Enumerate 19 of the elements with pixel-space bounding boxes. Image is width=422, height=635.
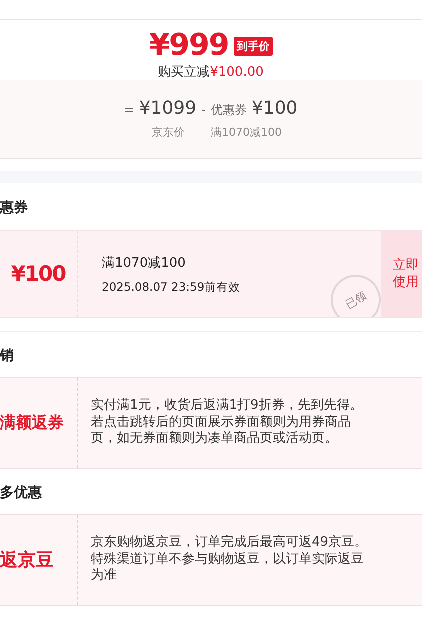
- coupon-value: ¥100: [252, 98, 298, 119]
- coupon-caption: 满1070减100: [211, 125, 282, 140]
- coupon-label: 优惠券: [210, 102, 247, 119]
- final-price: ¥999: [149, 30, 229, 62]
- promo-description: 京东购物返京豆，订单完成后最高可返49京豆。特殊渠道订单不参与购物返豆，以订单实际返豆为准: [90, 534, 369, 586]
- price-caption: 京东价: [152, 125, 185, 140]
- use-now-button[interactable]: 立即使用: [381, 231, 421, 317]
- base-price: ¥1099: [139, 98, 197, 119]
- equals-sign: =: [124, 103, 134, 117]
- coupon-amount: ¥100: [0, 231, 78, 317]
- promo-label: 返京豆: [0, 515, 78, 605]
- coupon-condition: 满1070减100: [102, 255, 187, 272]
- price-badge: 到手价: [234, 36, 273, 56]
- minus-sign: -: [202, 103, 206, 117]
- section-title: 多优惠: [0, 484, 43, 503]
- promo-label: 满额返券: [0, 378, 78, 468]
- saving-text: 购买立减¥100.00: [158, 64, 264, 81]
- coupon-validity: 2025.08.07 23:59前有效: [102, 280, 242, 295]
- promo-description: 实付满1元，收货后返满1打9折券，先到先得。若点击跳转后的页面展示券面额则为用券商品页，如无券面额则为凑单商品页或活动页。: [90, 397, 364, 448]
